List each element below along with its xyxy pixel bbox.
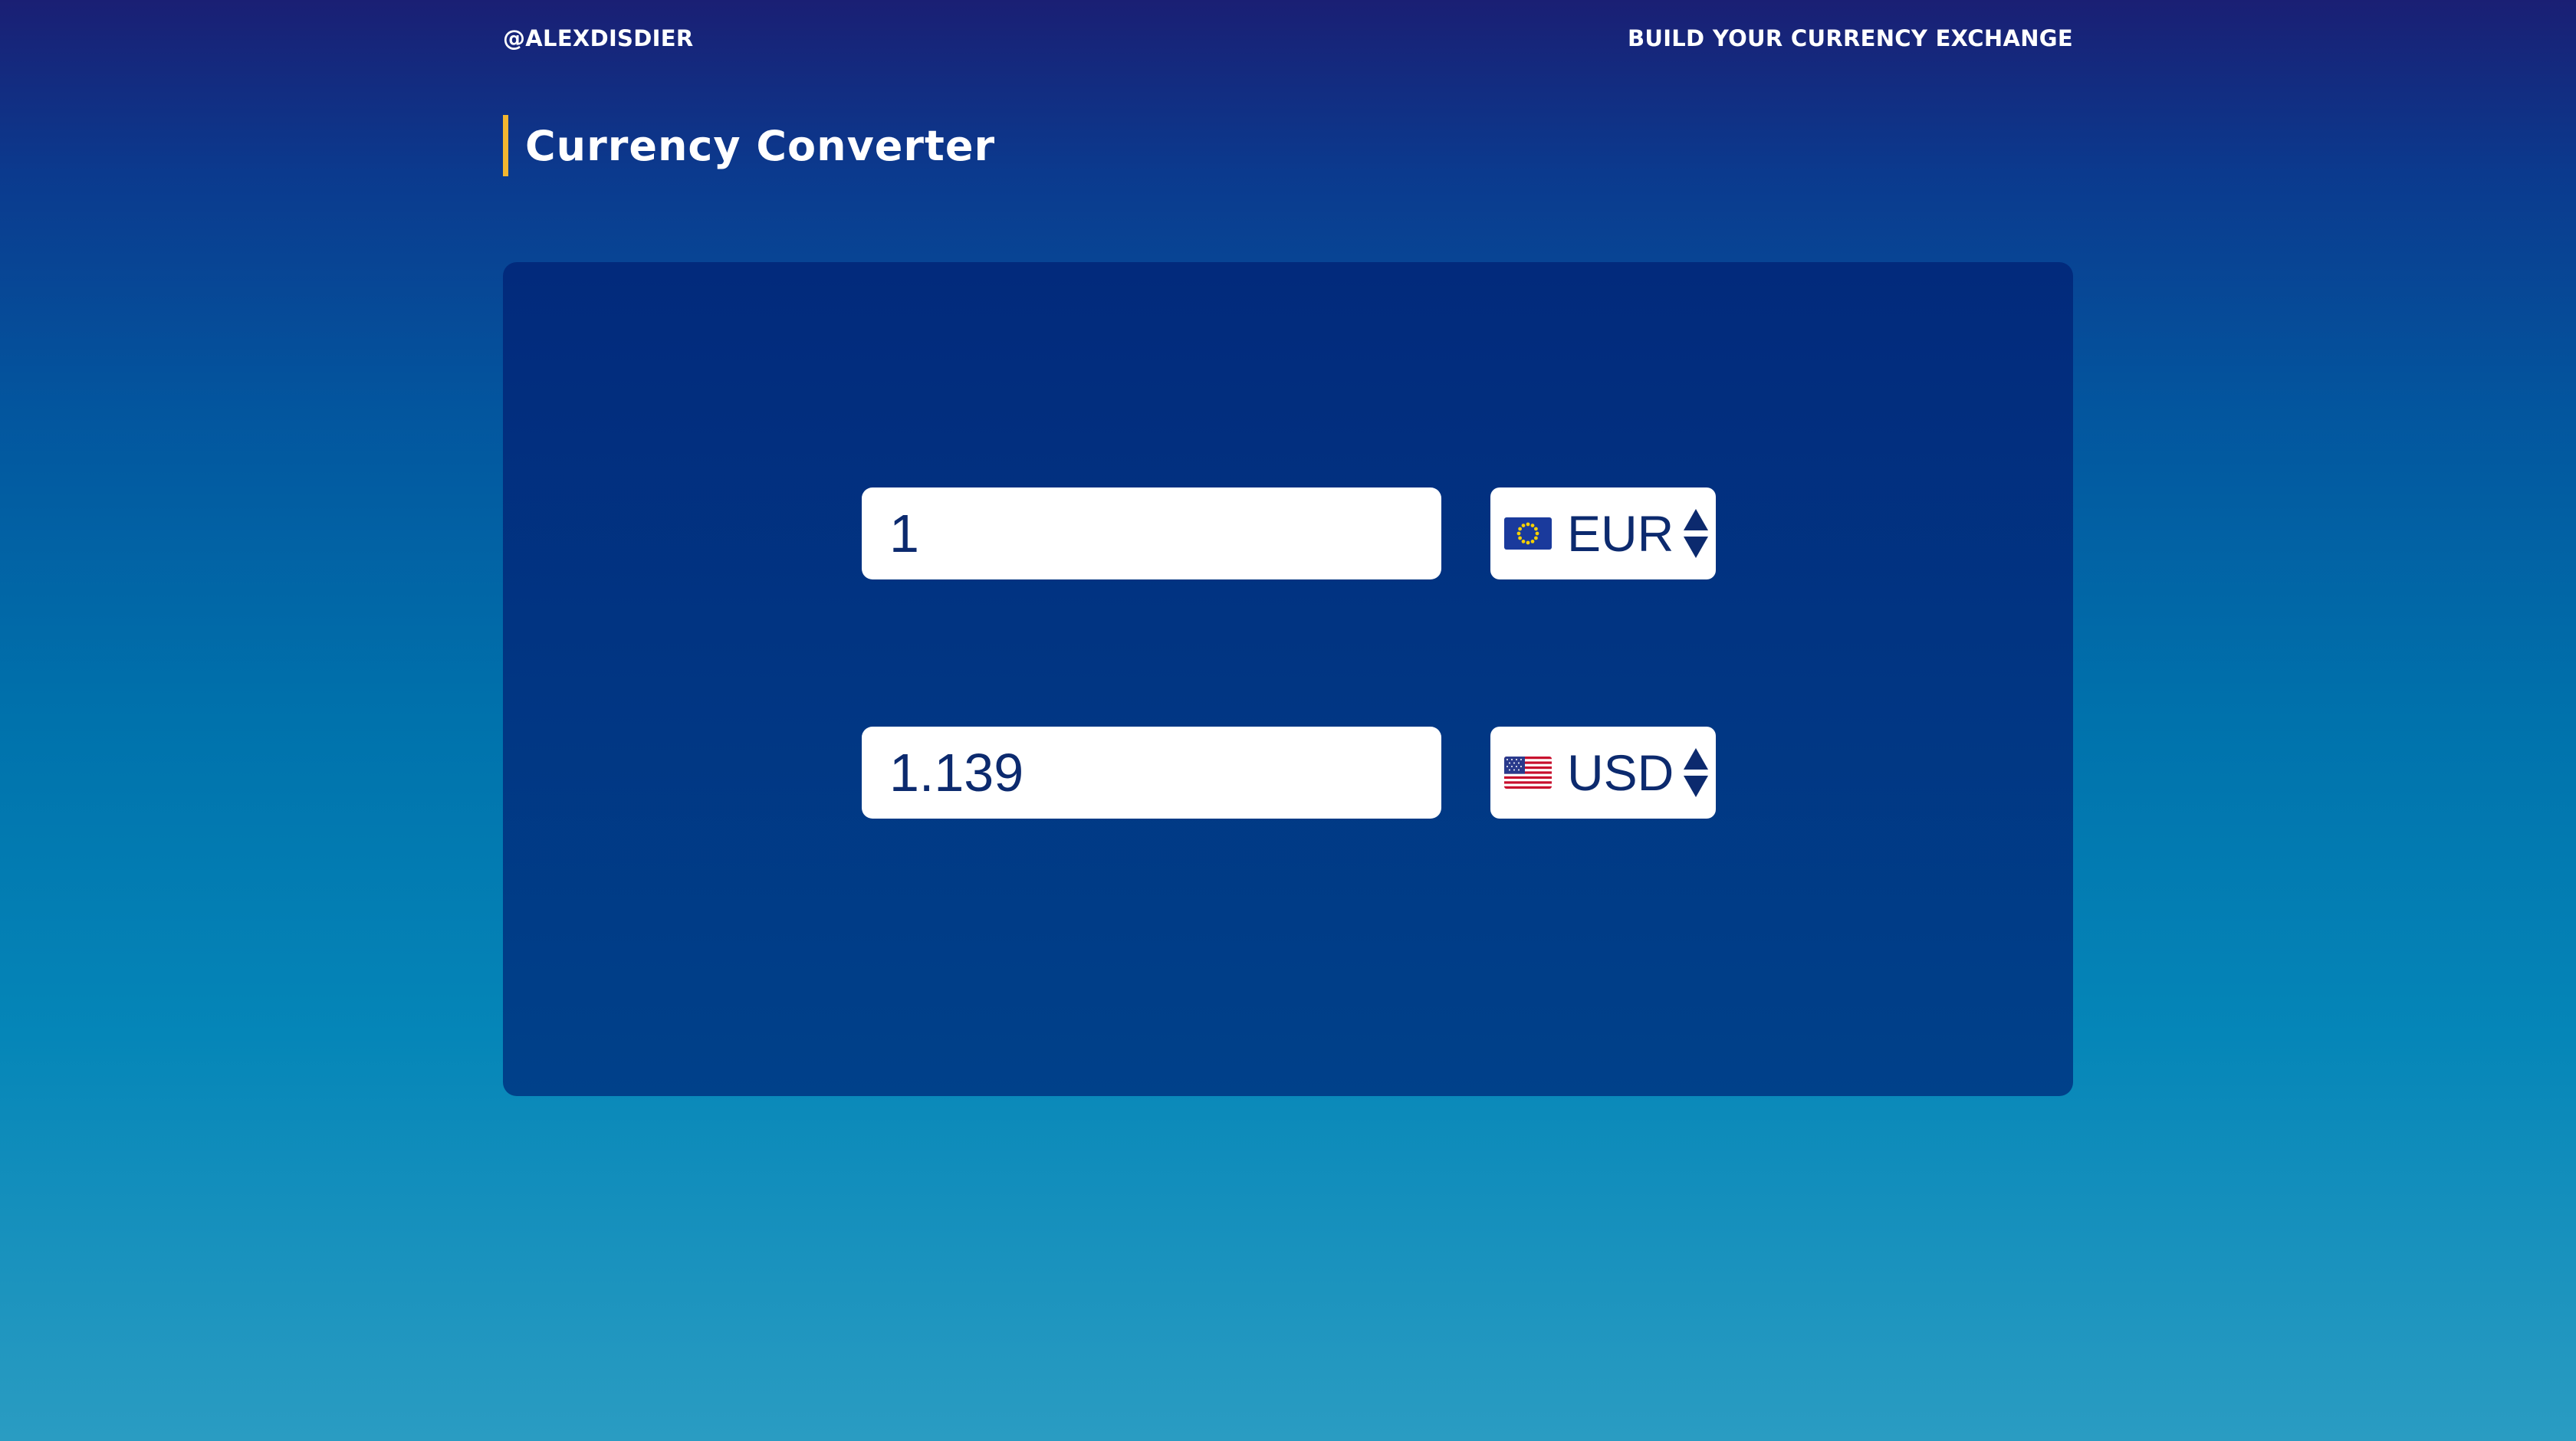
eu-flag-icon [1504, 517, 1552, 550]
select-arrows-icon [1684, 748, 1708, 797]
select-arrows-icon [1684, 509, 1708, 558]
tagline: BUILD YOUR CURRENCY EXCHANGE [1627, 25, 2073, 51]
to-row: USD [862, 727, 1716, 819]
from-currency-select[interactable]: EUR [1490, 487, 1716, 579]
to-amount-input[interactable] [862, 727, 1441, 819]
title-accent-bar [503, 115, 508, 176]
title-block: Currency Converter [503, 115, 995, 176]
page-title: Currency Converter [525, 121, 996, 170]
top-bar: @ALEXDISDIER BUILD YOUR CURRENCY EXCHANG… [503, 0, 2073, 77]
author-handle[interactable]: @ALEXDISDIER [503, 25, 693, 51]
us-flag-icon [1504, 757, 1552, 789]
to-currency-select[interactable]: USD [1490, 727, 1716, 819]
to-currency-code: USD [1567, 744, 1674, 801]
from-amount-input[interactable] [862, 487, 1441, 579]
from-row: EUR [862, 487, 1716, 579]
from-currency-code: EUR [1567, 505, 1674, 562]
converter-panel: EUR [503, 262, 2073, 1096]
